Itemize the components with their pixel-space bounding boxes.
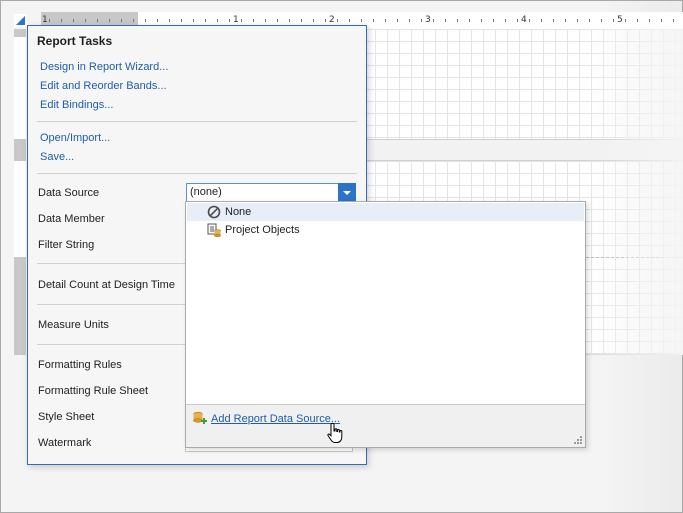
data-source-dropdown: None Project Objects Add Report Data Sou… [185, 201, 586, 448]
ruler-tick [229, 19, 230, 22]
panel-title: Report Tasks [37, 34, 113, 48]
ruler-tick [409, 19, 410, 22]
detail-count-label: Detail Count at Design Time [38, 279, 175, 291]
ruler-tick [373, 19, 374, 22]
watermark-label: Watermark [38, 437, 92, 449]
save-link[interactable]: Save... [40, 151, 74, 163]
ruler-tick [661, 19, 662, 22]
ruler-tick [181, 19, 182, 22]
ruler-tick [589, 19, 590, 22]
ruler-tick [289, 19, 290, 22]
ruler-number: 4 [521, 15, 527, 25]
ruler-tick [637, 19, 638, 22]
ruler-tick [649, 19, 650, 22]
add-report-data-source-link[interactable]: Add Report Data Source... [211, 413, 340, 425]
ruler-tick [217, 19, 218, 22]
ruler-tick [109, 19, 110, 22]
ruler-tick [49, 19, 50, 22]
dropdown-item-label: Project Objects [225, 224, 300, 236]
ruler-tick [517, 19, 518, 22]
ruler-tick [85, 19, 86, 22]
dropdown-arrow-button[interactable] [338, 183, 356, 202]
ruler-tick [301, 19, 302, 22]
project-objects-icon [207, 223, 221, 237]
ruler-tick [673, 19, 674, 22]
surface-fade [581, 29, 683, 355]
ruler-tick [73, 19, 74, 22]
ruler-tick [349, 19, 350, 22]
ruler-tick [433, 19, 434, 22]
open-import-link[interactable]: Open/Import... [40, 132, 110, 144]
ruler-tick [253, 19, 254, 22]
ruler-tick [385, 19, 386, 22]
dropdown-item-label: None [225, 206, 252, 218]
ruler-tick [505, 19, 506, 22]
vertical-ruler [14, 29, 26, 355]
ruler-tick [625, 19, 626, 22]
ruler-tick [61, 19, 62, 22]
ruler-tick [457, 19, 458, 22]
data-source-label: Data Source [38, 187, 100, 199]
ruler-tick [553, 19, 554, 22]
dropdown-item-project-objects[interactable]: Project Objects [187, 221, 584, 239]
ruler-tick [265, 19, 266, 22]
ruler-tick [421, 19, 422, 22]
ruler-tick [601, 19, 602, 22]
ruler-tick [97, 19, 98, 22]
dropdown-footer: Add Report Data Source... [186, 404, 585, 447]
ruler-tick [541, 19, 542, 22]
data-source-value: (none) [190, 186, 222, 198]
data-member-label: Data Member [38, 213, 105, 225]
edit-bands-link[interactable]: Edit and Reorder Bands... [40, 80, 167, 92]
filter-string-label: Filter String [38, 239, 95, 251]
ruler-number: 1 [42, 15, 48, 25]
ruler-tick [193, 19, 194, 22]
ruler-tick [445, 19, 446, 22]
panel-divider [37, 173, 357, 174]
ruler-tick [277, 19, 278, 22]
hand-cursor-icon [327, 422, 343, 443]
formatting-rules-label: Formatting Rules [38, 359, 122, 371]
ruler-tick [337, 19, 338, 22]
panel-divider [37, 121, 357, 122]
ruler-tick [481, 19, 482, 22]
resize-grip-icon[interactable] [574, 436, 582, 444]
ruler-tick [133, 19, 134, 22]
add-data-source-icon [193, 411, 207, 424]
ruler-number: 1 [233, 15, 239, 25]
ruler-tick [145, 19, 146, 22]
ruler-band-mark [14, 139, 26, 161]
ruler-tick [325, 19, 326, 22]
ruler-tick [493, 19, 494, 22]
ruler-number: 3 [425, 15, 431, 25]
ruler-tick [469, 19, 470, 22]
ruler-number: 2 [329, 15, 335, 25]
ruler-tick [577, 19, 578, 22]
ruler-tick [529, 19, 530, 22]
design-wizard-link[interactable]: Design in Report Wizard... [40, 61, 168, 73]
ruler-tick [121, 19, 122, 22]
ruler-tick [157, 19, 158, 22]
ruler-tick [565, 19, 566, 22]
measure-units-label: Measure Units [38, 319, 109, 331]
dropdown-item-none[interactable]: None [187, 203, 584, 221]
formatting-rule-sheet-label: Formatting Rule Sheet [38, 385, 149, 397]
ruler-corner-icon[interactable] [14, 14, 27, 27]
ruler-band-mark [14, 29, 26, 37]
ruler-tick [613, 19, 614, 22]
ruler-tick [397, 19, 398, 22]
ruler-band-mark [14, 257, 26, 355]
ruler-tick [205, 19, 206, 22]
ruler-tick [313, 19, 314, 22]
ruler-tick [241, 19, 242, 22]
data-source-combo[interactable]: (none) [186, 183, 356, 202]
ruler-tick [361, 19, 362, 22]
ruler-number: 5 [617, 15, 623, 25]
none-icon [207, 205, 221, 219]
designer-window: 1 1 2 3 4 5 Report Tasks Design in Repor… [0, 0, 683, 513]
style-sheet-label: Style Sheet [38, 411, 95, 423]
ruler-tick [169, 19, 170, 22]
edit-bindings-link[interactable]: Edit Bindings... [40, 99, 113, 111]
